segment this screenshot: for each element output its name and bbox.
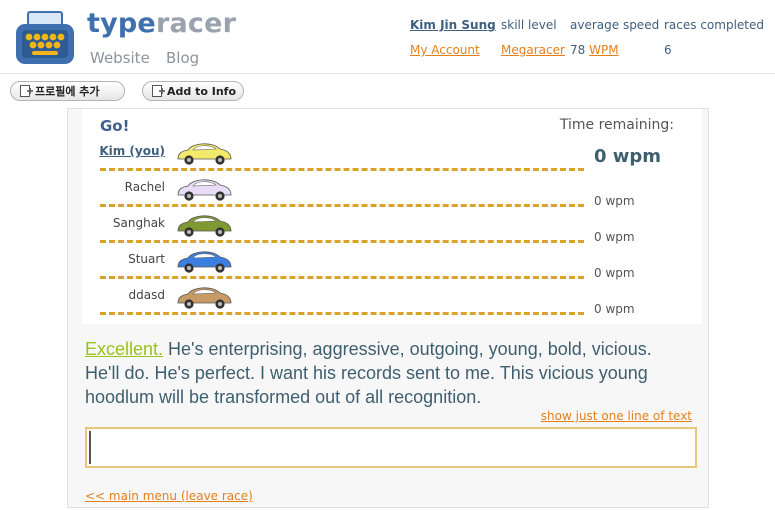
nav-blog-link[interactable]: Blog [166,49,199,67]
racer-wpm: 0 wpm [594,266,635,280]
racer-name[interactable]: Kim (you) [15,144,165,158]
add-to-profile-button[interactable]: 프로필에 추가 [10,81,125,101]
show-one-line-link[interactable]: show just one line of text [541,409,692,423]
typed-text: Excellent. [85,339,164,359]
racer-name: ddasd [128,288,165,302]
add-to-info-label: Add to Info [167,84,237,98]
username-link[interactable]: Kim Jin Sung [410,18,496,32]
racer-name: Sanghak [112,216,165,230]
race-car-icon [177,251,232,273]
lane-divider [100,312,584,315]
race-track: Go! Time remaining: Kim (you) 0 wpm Rachel… [82,109,702,324]
site-header: typeracer Website Blog Kim Jin Sung skil… [0,0,775,74]
typewriter-logo-icon[interactable] [14,10,76,68]
racer-wpm: 0 wpm [594,230,635,244]
race-car-icon [177,179,232,201]
racer-wpm: 0 wpm [594,194,635,208]
brand-part-1: type [87,8,156,39]
lane-divider [100,240,584,243]
races-completed-label: races completed [664,18,765,32]
skill-level-label: skill level [501,18,557,32]
remaining-text: He's enterprising, aggressive, outgoing,… [85,339,652,407]
racer-name: Stuart [128,252,165,266]
typing-input[interactable] [85,427,697,468]
average-speed-number: 78 [570,43,586,57]
racer-wpm: 0 wpm [594,146,662,167]
races-completed-value: 6 [664,43,672,57]
header-divider [0,73,775,74]
nav-website-link[interactable]: Website [90,49,150,67]
leave-race-link[interactable]: << main menu (leave race) [85,489,253,503]
lane-divider [100,276,584,279]
skill-level-value-link[interactable]: Megaracer [501,43,565,57]
average-speed-value: 78 WPM [570,43,619,57]
race-car-icon [177,143,232,165]
racer-name: Rachel [124,180,165,194]
brand-title[interactable]: typeracer [87,8,236,39]
lane-divider [100,204,584,207]
race-car-icon [177,215,232,237]
lane-divider [100,168,584,171]
add-page-icon [152,85,165,97]
race-status: Go! [100,117,130,135]
wpm-link[interactable]: WPM [589,43,618,57]
add-page-icon [20,85,33,97]
text-cursor [89,431,91,464]
add-to-profile-label: 프로필에 추가 [35,85,100,98]
add-to-info-button[interactable]: Add to Info [142,81,244,101]
racer-wpm: 0 wpm [594,302,635,316]
race-panel: Go! Time remaining: Kim (you) 0 wpm Rachel… [67,108,709,508]
race-car-icon [177,287,232,309]
my-account-link[interactable]: My Account [410,43,480,57]
brand-part-2: racer [155,8,237,39]
average-speed-label: average speed [570,18,660,32]
time-remaining-label: Time remaining: [559,117,674,133]
race-passage: Excellent. He's enterprising, aggressive… [85,337,655,409]
